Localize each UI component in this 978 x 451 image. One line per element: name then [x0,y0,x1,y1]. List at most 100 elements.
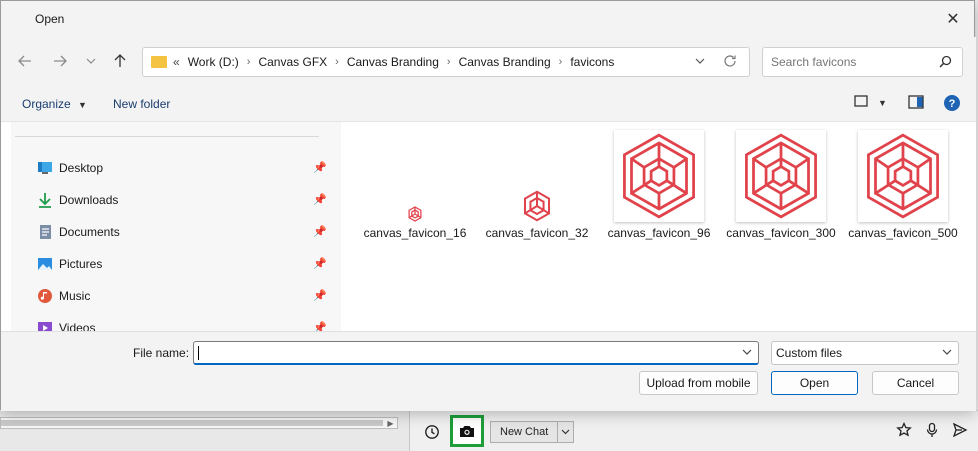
file-name: canvas_favicon_500 [848,226,958,240]
file-name: canvas_favicon_32 [485,226,589,240]
scroll-right-arrow-icon[interactable]: ▶ [386,419,395,428]
open-file-dialog: Open ✕ « Work (D:) › Canvas GFX › Canvas… [0,0,976,411]
hex-logo-thumbnail-icon [482,188,592,222]
sidebar-item-pictures[interactable]: Pictures 📌 [37,253,327,275]
search-input[interactable] [771,55,931,69]
dialog-titlebar: Open [1,1,974,37]
scrollbar-thumb[interactable] [1,420,383,426]
pin-icon[interactable]: 📌 [313,193,327,206]
upload-from-mobile-button[interactable]: Upload from mobile [639,371,758,395]
hex-logo-thumbnail-icon [614,130,704,222]
pin-icon[interactable]: 📌 [313,161,327,174]
file-name-label: File name: [133,346,190,360]
search-icon[interactable] [939,55,952,71]
sidebar-item-label: Pictures [59,257,103,271]
sidebar-item-music[interactable]: Music 📌 [37,285,327,307]
file-item[interactable]: canvas_favicon_16 [360,202,470,241]
pin-icon[interactable]: 📌 [313,225,327,238]
sidebar-item-videos[interactable]: Videos 📌 [37,317,327,332]
folder-icon [151,56,167,68]
file-item[interactable]: canvas_favicon_96 [604,130,714,241]
close-icon[interactable]: ✕ [940,7,966,31]
pin-icon[interactable]: 📌 [313,289,327,302]
help-icon[interactable]: ? [943,94,961,112]
forward-arrow-icon[interactable] [49,51,71,71]
view-options: ▼ [854,95,887,110]
pin-icon[interactable]: 📌 [313,257,327,270]
address-history-chevron-icon[interactable] [695,56,705,67]
view-mode-icon[interactable] [854,95,868,110]
navigation-pane: Desktop 📌 Downloads 📌 Documents 📌 Pictur… [11,122,341,332]
breadcrumb-overflow[interactable]: « [173,55,180,69]
up-arrow-icon[interactable] [109,51,131,71]
history-icon[interactable] [420,420,444,444]
command-bar: Organize ▼ New folder ▼ ? [1,85,976,121]
star-icon[interactable] [896,421,912,441]
music-icon [37,288,53,304]
file-list: canvas_favicon_16 canvas_favicon_32 canv… [345,122,976,332]
dialog-body: Desktop 📌 Downloads 📌 Documents 📌 Pictur… [1,121,976,332]
organize-label: Organize [22,97,71,111]
file-name: canvas_favicon_96 [607,226,711,240]
nav-divider [15,136,319,137]
breadcrumb-item[interactable]: Canvas GFX [258,55,327,69]
download-icon [37,192,53,208]
chat-toolbar: New Chat [420,415,575,447]
sidebar-item-label: Documents [59,225,120,239]
sidebar-item-documents[interactable]: Documents 📌 [37,221,327,243]
dialog-title: Open [35,12,65,26]
desktop-icon [37,160,53,176]
breadcrumb-item[interactable]: Work (D:) [188,55,239,69]
breadcrumb-separator-icon: › [558,56,563,68]
file-item[interactable]: canvas_favicon_500 [848,130,958,241]
new-chat-button[interactable]: New Chat [490,421,575,443]
search-box[interactable] [762,47,963,77]
back-arrow-icon[interactable] [14,51,36,71]
file-item[interactable]: canvas_favicon_300 [726,130,836,241]
file-type-value: Custom files [776,346,843,360]
file-name-chevron-icon[interactable] [742,347,752,358]
file-name: canvas_favicon_300 [726,226,836,240]
breadcrumb-item[interactable]: Canvas Branding [347,55,439,69]
breadcrumb-item[interactable]: Canvas Branding [459,55,551,69]
sidebar-item-label: Music [59,289,91,303]
breadcrumb-separator-icon: › [335,56,339,68]
sidebar-item-label: Desktop [59,161,104,175]
new-folder-button[interactable]: New folder [113,97,170,111]
microphone-icon[interactable] [924,422,940,441]
file-name-input[interactable] [193,341,759,365]
breadcrumb-item-current[interactable]: favicons [570,55,614,69]
file-name: canvas_favicon_16 [363,226,467,240]
sidebar-item-desktop[interactable]: Desktop 📌 [37,157,327,179]
breadcrumb-separator-icon: › [446,56,451,68]
chevron-down-icon[interactable] [557,422,573,442]
sidebar-item-label: Downloads [59,193,119,207]
recent-locations-chevron-icon[interactable] [80,51,102,71]
address-bar[interactable]: « Work (D:) › Canvas GFX › Canvas Brandi… [142,47,750,77]
hex-logo-thumbnail-icon [736,130,826,222]
file-type-select[interactable]: Custom files [771,341,959,365]
new-chat-label: New Chat [500,426,549,438]
send-icon[interactable] [952,422,968,441]
hex-logo-thumbnail-icon [858,130,948,222]
document-icon [37,224,53,240]
dialog-footer: File name: Custom files Upload from mobi… [1,331,976,411]
breadcrumb-separator-icon: › [246,56,251,68]
refresh-icon[interactable] [723,54,737,71]
sidebar-item-downloads[interactable]: Downloads 📌 [37,189,327,211]
open-button[interactable]: Open [771,371,858,395]
text-caret [198,346,199,360]
cancel-button[interactable]: Cancel [872,371,959,395]
navigation-row: « Work (D:) › Canvas GFX › Canvas Brandi… [1,37,976,85]
hex-logo-thumbnail-icon [360,202,470,222]
view-chevron-icon[interactable]: ▼ [878,98,887,108]
svg-text:?: ? [949,98,956,110]
chevron-down-icon: ▼ [78,100,87,110]
horizontal-scrollbar[interactable]: ▶ [0,417,398,429]
organize-button[interactable]: Organize ▼ [22,97,87,111]
camera-icon [460,426,474,437]
camera-button[interactable] [450,415,484,447]
preview-pane-icon[interactable] [908,95,924,109]
file-item[interactable]: canvas_favicon_32 [482,188,592,241]
picture-icon [37,256,53,272]
